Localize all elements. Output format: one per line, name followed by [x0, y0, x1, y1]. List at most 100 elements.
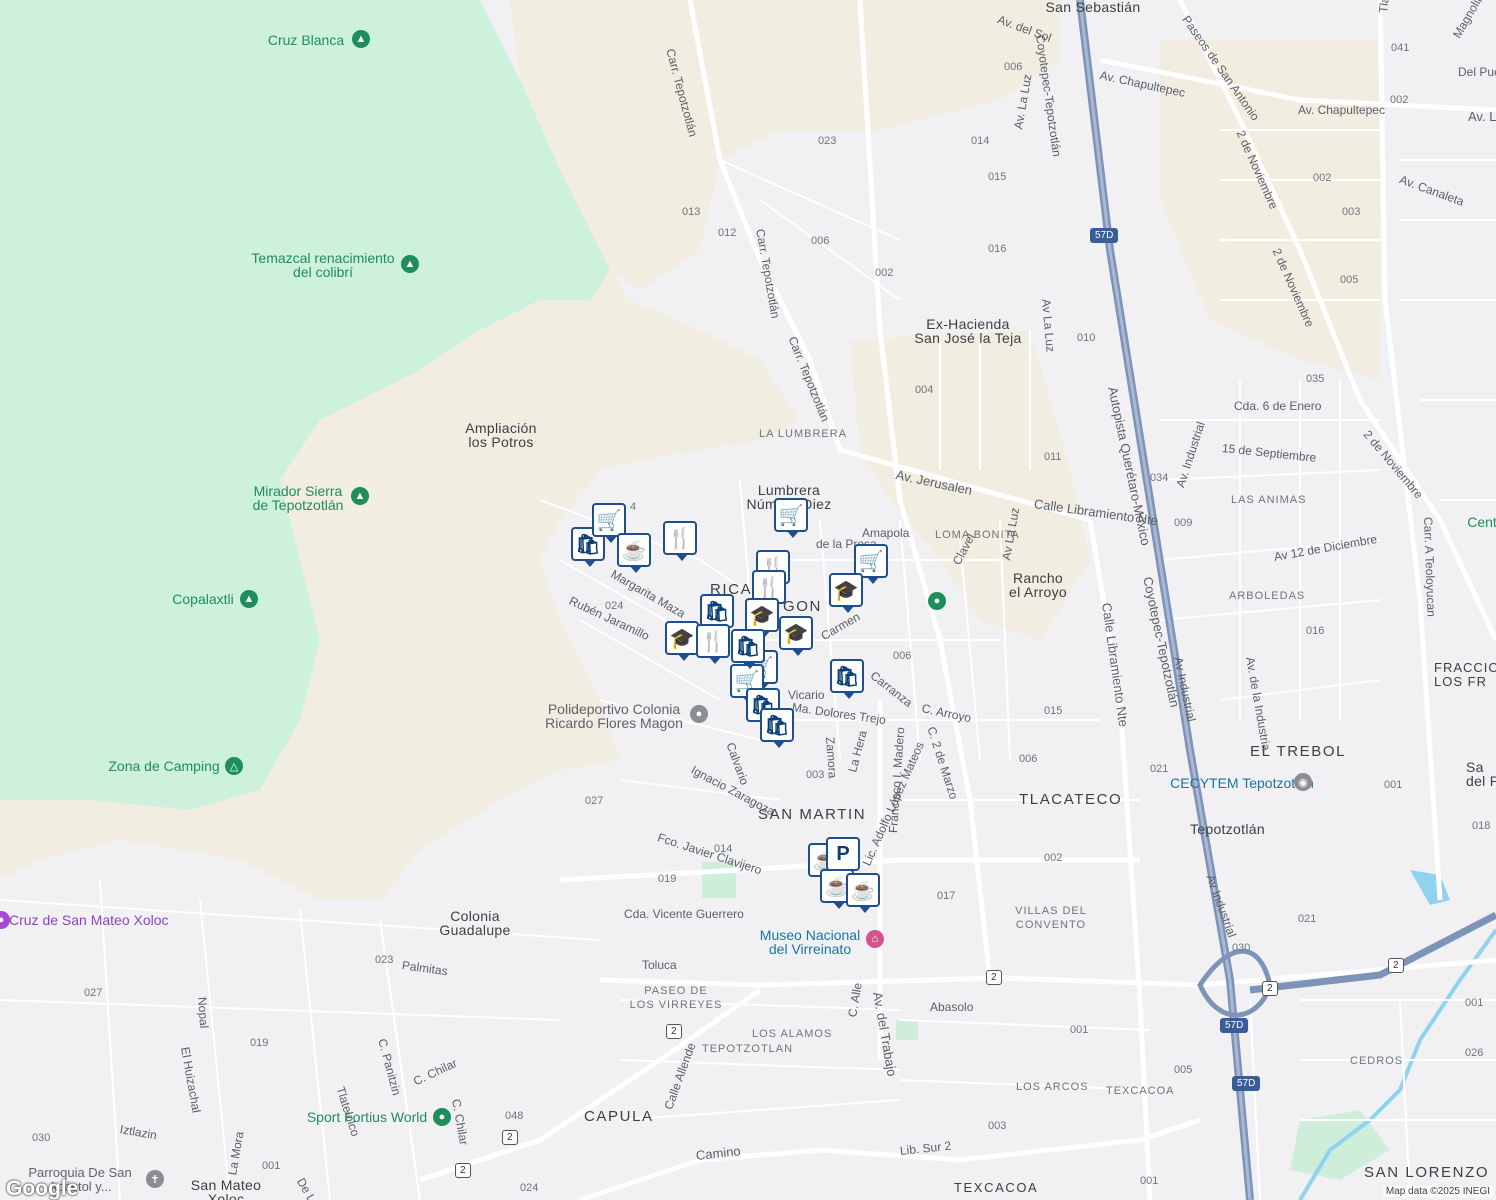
- shopping-bag-icon[interactable]: 🛍: [731, 629, 765, 669]
- block-number: 016: [988, 243, 1007, 255]
- area-label-la-lumbrera: LA LUMBRERA: [759, 428, 848, 440]
- block-number: 003: [988, 1120, 1007, 1132]
- block-number: 006: [811, 235, 830, 247]
- tree-icon[interactable]: ▲: [351, 487, 369, 505]
- school-icon[interactable]: 🎓: [665, 621, 699, 661]
- area-label-rancho-el-arroyo: Rancho el Arroyo: [1009, 570, 1067, 600]
- area-label-capula: CAPULA: [584, 1108, 654, 1125]
- area-label-tepotzotlan: Tepotzotlán: [1190, 821, 1265, 837]
- area-label-fraccion: FRACCION LOS FR: [1434, 660, 1496, 689]
- route-shield-57d: 57D: [1220, 1018, 1249, 1033]
- area-label-san-lorenzo: SAN LORENZO: [1364, 1164, 1490, 1181]
- park-label-cruz-blanca[interactable]: Cruz Blanca: [268, 33, 344, 47]
- block-number: 006: [1004, 61, 1023, 73]
- route-shield-2: 2: [986, 970, 1002, 985]
- area-label-ampliacion-los-potros: Ampliación los Potros: [465, 420, 537, 450]
- route-shield-2: 2: [502, 1130, 518, 1145]
- poi-label-cruz-san-mateo[interactable]: Cruz de San Mateo Xoloc: [9, 913, 169, 927]
- place-icon[interactable]: ●: [690, 705, 708, 723]
- block-number: 023: [375, 954, 394, 966]
- block-number: 041: [1391, 42, 1410, 54]
- area-label-gon: GON: [783, 598, 822, 615]
- restaurant-icon[interactable]: 🍴: [663, 521, 697, 561]
- park-label-temazcal[interactable]: Temazcal renacimiento del colibrí: [251, 251, 394, 279]
- block-number: 001: [1465, 997, 1484, 1009]
- shopping-cart-icon[interactable]: 🛒: [774, 498, 808, 538]
- area-label-texcacoa-south: TEXCACOA: [954, 1180, 1039, 1195]
- area-label-tepotzotlan-col: TEPOTZOTLAN: [702, 1043, 794, 1055]
- street-label: Nopal: [195, 996, 212, 1029]
- block-number: 030: [32, 1132, 51, 1144]
- church-icon[interactable]: ✝: [146, 1170, 164, 1188]
- museum-icon[interactable]: ⌂: [866, 930, 884, 948]
- stadium-icon[interactable]: ●: [433, 1108, 451, 1126]
- area-label-cedros: CEDROS: [1350, 1055, 1404, 1067]
- block-number: 019: [250, 1037, 269, 1049]
- block-number: 003: [806, 769, 825, 781]
- restaurant-icon[interactable]: 🍴: [696, 624, 730, 664]
- tree-icon[interactable]: ▲: [401, 255, 419, 273]
- shopping-bag-icon[interactable]: 🛍: [760, 708, 794, 748]
- park-label-copalaxtli[interactable]: Copalaxtli: [172, 592, 233, 606]
- route-shield-57d: 57D: [1232, 1076, 1261, 1091]
- area-label-tlacateco: TLACATECO: [1019, 791, 1123, 808]
- poi-label-polideportivo[interactable]: Polideportivo Colonia Ricardo Flores Mag…: [545, 702, 683, 730]
- area-label-los-alamos: LOS ALAMOS: [752, 1028, 833, 1040]
- block-number: 035: [1306, 373, 1325, 385]
- area-label-cent: Cent: [1467, 514, 1496, 530]
- block-number: 018: [1472, 820, 1491, 832]
- block-number: 026: [1465, 1047, 1484, 1059]
- block-number: 005: [1174, 1064, 1193, 1076]
- school-icon[interactable]: 🎓: [745, 598, 779, 638]
- street-label: Zamora: [823, 736, 840, 779]
- block-number: 010: [1077, 332, 1096, 344]
- block-number: 4: [630, 501, 637, 513]
- google-logo: Google: [6, 1177, 79, 1200]
- place-icon[interactable]: ●: [928, 592, 946, 610]
- block-number: 027: [585, 795, 604, 807]
- tree-icon[interactable]: ▲: [240, 590, 258, 608]
- area-label-san-sebastian: San Sebastián: [1045, 0, 1141, 15]
- poi-label-cecytem[interactable]: CECYTEM Tepotzotlan: [1170, 776, 1314, 790]
- route-shield-2: 2: [1388, 958, 1404, 973]
- area-label-las-animas: LAS ANIMAS: [1231, 494, 1307, 506]
- area-label-texcacoa: TEXCACOA: [1106, 1085, 1175, 1097]
- block-number: 014: [714, 843, 733, 855]
- area-label-los-arcos: LOS ARCOS: [1016, 1081, 1089, 1093]
- shopping-cart-icon[interactable]: 🛒: [592, 503, 626, 543]
- block-number: 048: [505, 1110, 524, 1122]
- block-number: 011: [1044, 451, 1062, 463]
- park-label-mirador[interactable]: Mirador Sierra de Tepotzotlán: [253, 484, 344, 512]
- street-label: Cda. 6 de Enero: [1234, 399, 1322, 413]
- map-attribution: Map data ©2025 INEGI: [1382, 1186, 1493, 1197]
- block-number: 015: [988, 171, 1007, 183]
- parking-icon[interactable]: P: [826, 837, 860, 877]
- street-label: Cda. Vicente Guerrero: [624, 907, 744, 921]
- map-canvas[interactable]: San Sebastián Ex-Hacienda San José la Te…: [0, 0, 1496, 1200]
- street-label: Toluca: [642, 958, 677, 972]
- school-icon[interactable]: ◉: [1294, 773, 1312, 791]
- block-number: 002: [1044, 852, 1063, 864]
- area-label-villas-convento: VILLAS DEL CONVENTO: [1015, 905, 1087, 931]
- shopping-bag-icon[interactable]: 🛍: [830, 659, 864, 699]
- block-number: 027: [84, 987, 103, 999]
- cafe-icon[interactable]: ☕: [846, 873, 880, 913]
- area-label-ex-hacienda: Ex-Hacienda San José la Teja: [914, 316, 1022, 346]
- block-number: 002: [875, 267, 894, 279]
- school-icon[interactable]: 🎓: [829, 573, 863, 613]
- school-icon[interactable]: 🎓: [779, 616, 813, 656]
- camping-icon[interactable]: △: [225, 757, 243, 775]
- street-label: Av. Chapultepec: [1298, 103, 1385, 117]
- poi-label-museo-virreinato[interactable]: Museo Nacional del Virreinato: [760, 928, 860, 956]
- block-number: 023: [818, 135, 837, 147]
- tree-icon[interactable]: ▲: [352, 30, 370, 48]
- street-label: Av. L: [1468, 109, 1496, 124]
- cafe-icon[interactable]: ☕: [617, 533, 651, 573]
- shopping-bag-icon[interactable]: 🛍: [700, 594, 734, 634]
- block-number: 006: [1019, 753, 1038, 765]
- block-number: 013: [682, 206, 701, 218]
- block-number: 024: [605, 600, 624, 612]
- park-label-zona-camping[interactable]: Zona de Camping: [108, 759, 219, 773]
- park-label-sport-fortius[interactable]: Sport Fortius World: [307, 1110, 427, 1124]
- route-shield-2: 2: [1262, 981, 1278, 996]
